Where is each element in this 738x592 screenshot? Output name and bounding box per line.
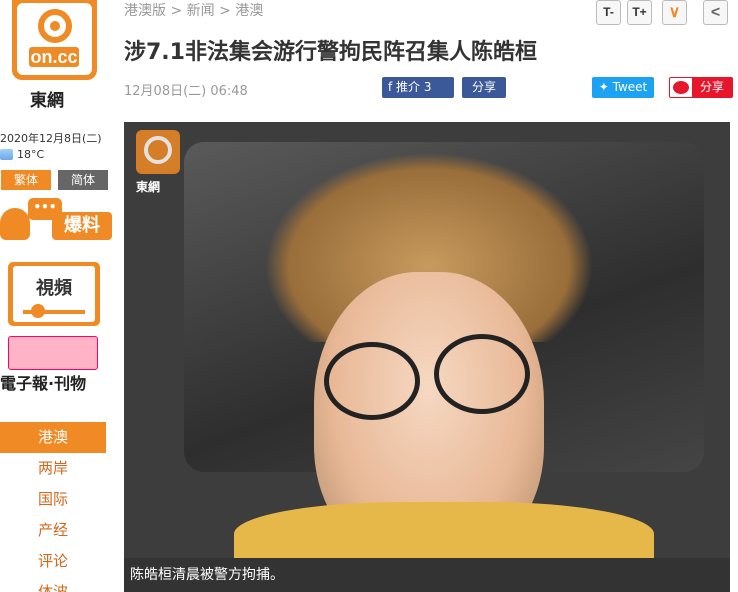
- facebook-share-button[interactable]: 分享: [462, 77, 506, 98]
- photo-shirt: [234, 502, 654, 558]
- tweet-button[interactable]: ✦ Tweet: [592, 77, 654, 98]
- weather: 18°C: [0, 148, 44, 161]
- cloud-icon: [0, 149, 13, 160]
- article-photo: 東網: [124, 122, 730, 558]
- temperature: 18°C: [17, 148, 45, 161]
- nav-item-finance[interactable]: 产经: [0, 515, 106, 546]
- video-inner: 視頻: [13, 266, 95, 322]
- news-tip-button[interactable]: ••• 爆料: [0, 198, 112, 244]
- back-arrow-icon[interactable]: <: [703, 0, 728, 25]
- traditional-chinese-button[interactable]: 繁体: [1, 170, 51, 190]
- nav-item-sports[interactable]: 体波: [0, 577, 106, 592]
- section-nav: 港澳 两岸 国际 产经 评论 体波: [0, 422, 112, 592]
- photo-glasses-left: [324, 342, 420, 420]
- logo-ring-icon: [38, 9, 72, 43]
- photo-watermark-name: 東網: [136, 180, 161, 194]
- nav-item-hk-macau[interactable]: 港澳: [0, 422, 106, 453]
- article-timestamp: 12月08日(二) 06:48: [124, 84, 248, 99]
- weibo-share-label: 分享: [692, 78, 732, 97]
- current-date: 2020年12月8日(二): [0, 132, 102, 145]
- left-sidebar: on.cc 東網 2020年12月8日(二) 18°C 繁体 简体 ••• 爆料…: [0, 0, 112, 592]
- facebook-like-label: 推介 3: [396, 80, 432, 94]
- play-icon: [31, 304, 45, 318]
- video-label: 視頻: [36, 278, 72, 299]
- person-icon: [0, 208, 30, 240]
- photo-glasses-right: [434, 334, 530, 414]
- breadcrumb[interactable]: 港澳版 > 新闻 > 港澳: [124, 0, 263, 20]
- photo-watermark-logo: [136, 130, 180, 174]
- logo-text: on.cc: [29, 47, 79, 67]
- font-decrease-button[interactable]: T-: [596, 0, 621, 25]
- news-tip-label: 爆料: [52, 212, 112, 240]
- twitter-bird-icon: ✦: [598, 80, 613, 94]
- epaper-banner[interactable]: [8, 336, 98, 370]
- facebook-like-button[interactable]: f 推介 3: [382, 77, 454, 98]
- nav-item-commentary[interactable]: 评论: [0, 546, 106, 577]
- weibo-icon: [673, 81, 689, 94]
- watermark-ring-icon: [144, 136, 172, 164]
- font-increase-button[interactable]: T+: [627, 0, 652, 25]
- article-headline: 涉7.1非法集会游行警拘民阵召集人陈皓桓: [124, 40, 537, 65]
- video-button[interactable]: 視頻: [8, 262, 100, 326]
- weibo-share-button[interactable]: 分享: [669, 77, 733, 98]
- site-logo[interactable]: on.cc: [12, 0, 97, 80]
- epaper-label[interactable]: 電子報·刊物: [0, 370, 86, 394]
- chevron-down-icon[interactable]: ∨: [662, 0, 687, 25]
- facebook-icon: f: [388, 80, 397, 94]
- brand-name: 東網: [30, 91, 64, 111]
- simplified-chinese-button[interactable]: 简体: [58, 170, 108, 190]
- nav-item-international[interactable]: 国际: [0, 484, 106, 515]
- logo-inner: on.cc: [17, 3, 92, 75]
- tweet-label: Tweet: [612, 80, 648, 94]
- nav-item-cross-strait[interactable]: 两岸: [0, 453, 106, 484]
- photo-caption: 陈皓桓清晨被警方拘捕。: [124, 558, 730, 592]
